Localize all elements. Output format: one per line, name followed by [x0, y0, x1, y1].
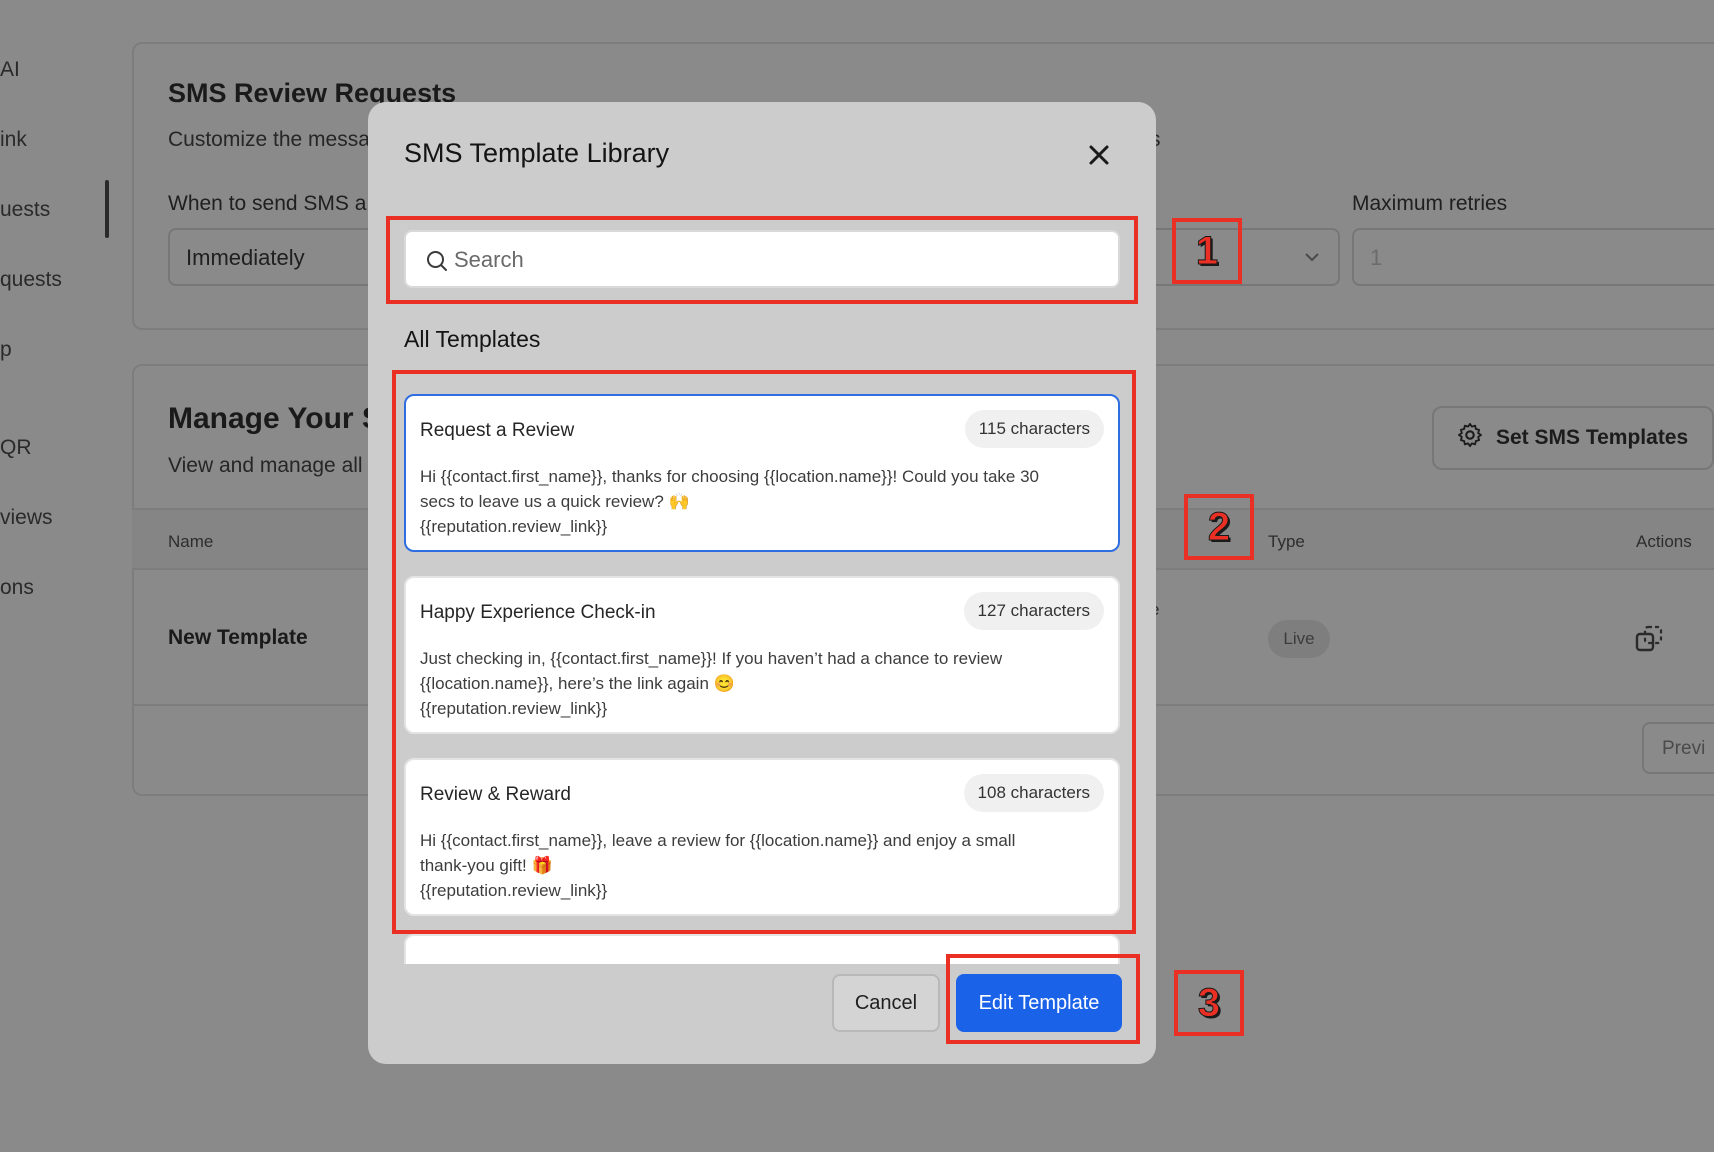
when-to-send-label: When to send SMS a — [168, 192, 367, 215]
sidebar-item-ai[interactable]: AI — [0, 58, 20, 82]
search-icon — [426, 250, 448, 277]
copy-icon[interactable] — [1634, 624, 1664, 659]
max-retries-label: Maximum retries — [1352, 192, 1508, 215]
previous-button[interactable]: Previ — [1642, 722, 1714, 774]
edit-template-button[interactable]: Edit Template — [956, 974, 1122, 1032]
template-line: Hi {{contact.first_name}}, thanks for ch… — [420, 467, 1040, 486]
template-line: {{reputation.review_link}} — [420, 517, 608, 536]
sidebar-item-requests-2[interactable]: quests — [0, 268, 62, 292]
sidebar-item-reviews[interactable]: views — [0, 506, 53, 530]
template-line: {{location.name}}, here’s the link again… — [420, 674, 735, 693]
template-card-request-a-review[interactable]: Request a Review 115 characters Hi {{con… — [404, 394, 1120, 552]
template-line: Hi {{contact.first_name}}, leave a revie… — [420, 831, 1016, 850]
annotation-number-2: 2 — [1184, 494, 1254, 560]
search-input[interactable] — [454, 242, 1094, 278]
template-name: Review & Reward — [420, 784, 571, 805]
character-count-badge: 115 characters — [964, 410, 1104, 448]
chevron-down-icon — [1304, 246, 1320, 267]
column-name: Name — [168, 532, 214, 551]
sidebar-item-p[interactable]: p — [0, 338, 12, 362]
annotation-label: 1 — [1195, 228, 1219, 273]
set-sms-templates-label: Set SMS Templates — [1496, 426, 1689, 449]
sidebar-item-ons[interactable]: ons — [0, 576, 34, 600]
cancel-button[interactable]: Cancel — [832, 974, 940, 1032]
annotation-label: 3 — [1197, 980, 1221, 1025]
sidebar-item-qr[interactable]: QR — [0, 436, 32, 460]
modal-title: SMS Template Library — [404, 138, 670, 168]
status-badge: Live — [1268, 620, 1330, 658]
max-retries-input[interactable]: 1 — [1352, 228, 1714, 286]
manage-title: Manage Your S — [168, 402, 382, 435]
template-card-happy-experience[interactable]: Happy Experience Check-in 127 characters… — [404, 576, 1120, 734]
character-count-badge: 108 characters — [963, 774, 1104, 812]
template-line: secs to leave us a quick review? 🙌 — [420, 492, 690, 511]
close-button[interactable] — [1082, 140, 1116, 174]
sms-template-library-modal: SMS Template Library All Templates Reque… — [368, 102, 1156, 1064]
template-body: Hi {{contact.first_name}}, leave a revie… — [420, 828, 1110, 903]
annotation-label: 2 — [1207, 504, 1231, 549]
template-line: {{reputation.review_link}} — [420, 699, 608, 718]
template-body: Hi {{contact.first_name}}, thanks for ch… — [420, 464, 1110, 539]
template-line: Just checking in, {{contact.first_name}}… — [420, 649, 1003, 668]
template-card-review-reward[interactable]: Review & Reward 108 characters Hi {{cont… — [404, 758, 1120, 916]
template-body: Just checking in, {{contact.first_name}}… — [420, 646, 1110, 721]
character-count-badge: 127 characters — [963, 592, 1104, 630]
template-card-partial[interactable] — [404, 934, 1120, 964]
search-field[interactable] — [404, 230, 1120, 288]
close-icon — [1088, 144, 1110, 171]
all-templates-heading: All Templates — [404, 326, 541, 352]
table-row-name: New Template — [168, 626, 308, 649]
template-line: thank-you gift! 🎁 — [420, 856, 553, 875]
review-requests-subtitle: Customize the messa — [168, 128, 370, 151]
template-line: {{reputation.review_link}} — [420, 881, 608, 900]
manage-subtitle: View and manage all — [168, 454, 363, 477]
annotation-number-3: 3 — [1174, 970, 1244, 1036]
sidebar-item-requests[interactable]: uests — [0, 198, 50, 222]
template-name: Request a Review — [420, 420, 575, 441]
template-name: Happy Experience Check-in — [420, 602, 656, 623]
sidebar-active-indicator — [105, 180, 109, 238]
gear-icon — [1456, 421, 1484, 455]
column-actions: Actions — [1636, 532, 1692, 551]
column-type: Type — [1268, 532, 1305, 551]
annotation-number-1: 1 — [1172, 218, 1242, 284]
set-sms-templates-button[interactable]: Set SMS Templates — [1432, 406, 1714, 470]
sidebar-item-link[interactable]: ink — [0, 128, 27, 152]
